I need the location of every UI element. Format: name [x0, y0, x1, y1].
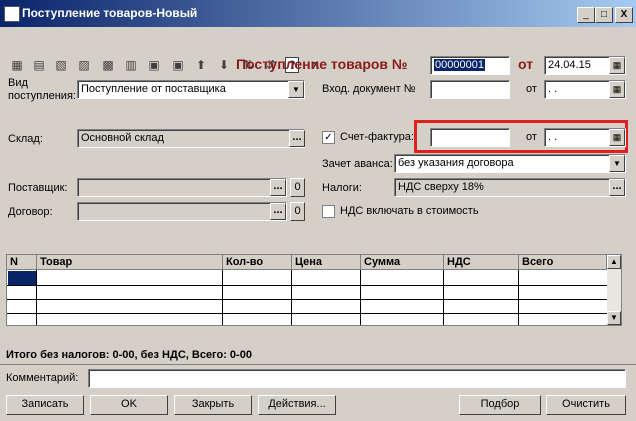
grid-line [7, 299, 607, 300]
mark-icon[interactable]: ▩ [100, 57, 116, 73]
close-button[interactable]: X [615, 7, 633, 23]
document-date-value: 24.04.15 [548, 59, 591, 71]
title-bar: Поступление товаров-Новый _ □ X [0, 0, 636, 27]
grid-line [36, 270, 37, 325]
move-up-icon[interactable]: ⬆ [193, 57, 209, 73]
invoice-date-value: . . [548, 131, 558, 143]
document-title: Поступление товаров № [236, 56, 408, 72]
app-icon [4, 6, 20, 22]
new-icon[interactable]: ▦ [9, 57, 25, 73]
advance-value: без указания договора [398, 157, 514, 169]
chevron-down-icon[interactable]: ▼ [288, 81, 304, 98]
receipt-type-value: Поступление от поставщика [81, 83, 226, 95]
actions-button[interactable]: Действия... [258, 395, 336, 415]
comment-label: Комментарий: [6, 372, 79, 384]
taxes-label: Налоги: [322, 182, 362, 194]
chevron-down-icon[interactable]: ▼ [609, 155, 625, 172]
taxes-select-button[interactable]: ... [609, 179, 625, 196]
column-header-sum[interactable]: Сумма [361, 255, 444, 270]
grid-line [518, 270, 519, 325]
grid-line [7, 313, 607, 314]
receipt-type-select[interactable]: Поступление от поставщика [77, 80, 305, 99]
warehouse-field[interactable]: Основной склад [77, 129, 305, 148]
tree-icon[interactable]: ▥ [123, 57, 139, 73]
clear-button[interactable]: Очистить [546, 395, 626, 415]
minimize-button[interactable]: _ [577, 7, 595, 23]
grid-line [360, 270, 361, 325]
vat-include-label: НДС включать в стоимость [340, 205, 479, 217]
advance-select[interactable]: без указания договора [394, 154, 626, 173]
column-header-vat[interactable]: НДС [444, 255, 519, 270]
invoice-date-label: от [526, 131, 537, 143]
supplier-label: Поставщик: [8, 182, 68, 194]
supplier-select-button[interactable]: ... [270, 179, 286, 196]
contract-label: Договор: [8, 206, 53, 218]
supplier-field[interactable] [77, 178, 287, 197]
receipt-type-label: Вид поступления: [8, 77, 76, 102]
level-icon[interactable]: ▣ [170, 57, 186, 73]
grid-line [222, 270, 223, 325]
document-number-value: 00000001 [434, 59, 485, 71]
window-title: Поступление товаров-Новый [22, 6, 198, 20]
incoming-date-value: . . [548, 83, 558, 95]
save-button[interactable]: Записать [6, 395, 84, 415]
warehouse-select-button[interactable]: ... [289, 130, 305, 147]
divider [0, 364, 636, 365]
warehouse-label: Склад: [8, 133, 43, 145]
hierarchy-icon[interactable]: ▣ [146, 57, 162, 73]
contract-field[interactable] [77, 202, 287, 221]
move-down-icon[interactable]: ⬇ [216, 57, 232, 73]
taxes-field[interactable]: НДС сверху 18% [394, 178, 626, 197]
column-header-qty[interactable]: Кол-во [223, 255, 292, 270]
incoming-doc-label: Вход. документ № [322, 83, 416, 95]
close-form-button[interactable]: Закрыть [174, 395, 252, 415]
advance-label: Зачет аванса: [322, 158, 393, 170]
supplier-clear-button[interactable]: 0 [290, 178, 305, 197]
grid-line [7, 285, 607, 286]
scroll-down-icon[interactable]: ▼ [607, 311, 621, 325]
contract-select-button[interactable]: ... [270, 203, 286, 220]
edit-icon[interactable]: ▧ [53, 57, 69, 73]
scroll-up-icon[interactable]: ▲ [607, 255, 621, 269]
comment-field[interactable] [88, 369, 626, 388]
totals-text: Итого без налогов: 0-00, без НДС, Всего:… [6, 349, 252, 361]
incoming-doc-field[interactable] [430, 80, 510, 99]
grid-line [291, 270, 292, 325]
column-header-n[interactable]: N [7, 255, 37, 270]
invoice-checkbox[interactable]: ✓ [322, 131, 335, 144]
invoice-field[interactable] [430, 128, 510, 147]
taxes-value: НДС сверху 18% [398, 181, 484, 193]
invoice-label: Счет-фактура: [340, 131, 414, 143]
delete-icon[interactable]: ▨ [76, 57, 92, 73]
column-header-total[interactable]: Всего [519, 255, 607, 270]
pick-button[interactable]: Подбор [459, 395, 541, 415]
grid-line [443, 270, 444, 325]
calendar-icon[interactable]: ▦ [609, 57, 625, 74]
toolbar: ▦ ▤ ▧ ▨ ▩ ▥ ▣ ▣ ⬆ ⬇ ⇅ ⇵ ? ↖ [0, 27, 636, 73]
calendar-icon[interactable]: ▦ [609, 81, 625, 98]
document-date-label: от [518, 56, 534, 72]
goods-table[interactable]: N Товар Кол-во Цена Сумма НДС Всего ▲ ▼ [6, 254, 622, 326]
maximize-button[interactable]: □ [595, 7, 613, 23]
column-header-price[interactable]: Цена [292, 255, 361, 270]
vertical-scrollbar[interactable]: ▲ ▼ [607, 255, 621, 325]
contract-clear-button[interactable]: 0 [290, 202, 305, 221]
calendar-icon[interactable]: ▦ [609, 129, 625, 146]
warehouse-value: Основной склад [81, 132, 164, 144]
ok-button[interactable]: OK [90, 395, 168, 415]
incoming-date-label: от [526, 83, 537, 95]
document-number-field[interactable]: 00000001 [430, 56, 510, 75]
selected-cell[interactable] [8, 271, 36, 285]
vat-include-checkbox[interactable] [322, 205, 335, 218]
copy-icon[interactable]: ▤ [31, 57, 47, 73]
column-header-product[interactable]: Товар [37, 255, 223, 270]
